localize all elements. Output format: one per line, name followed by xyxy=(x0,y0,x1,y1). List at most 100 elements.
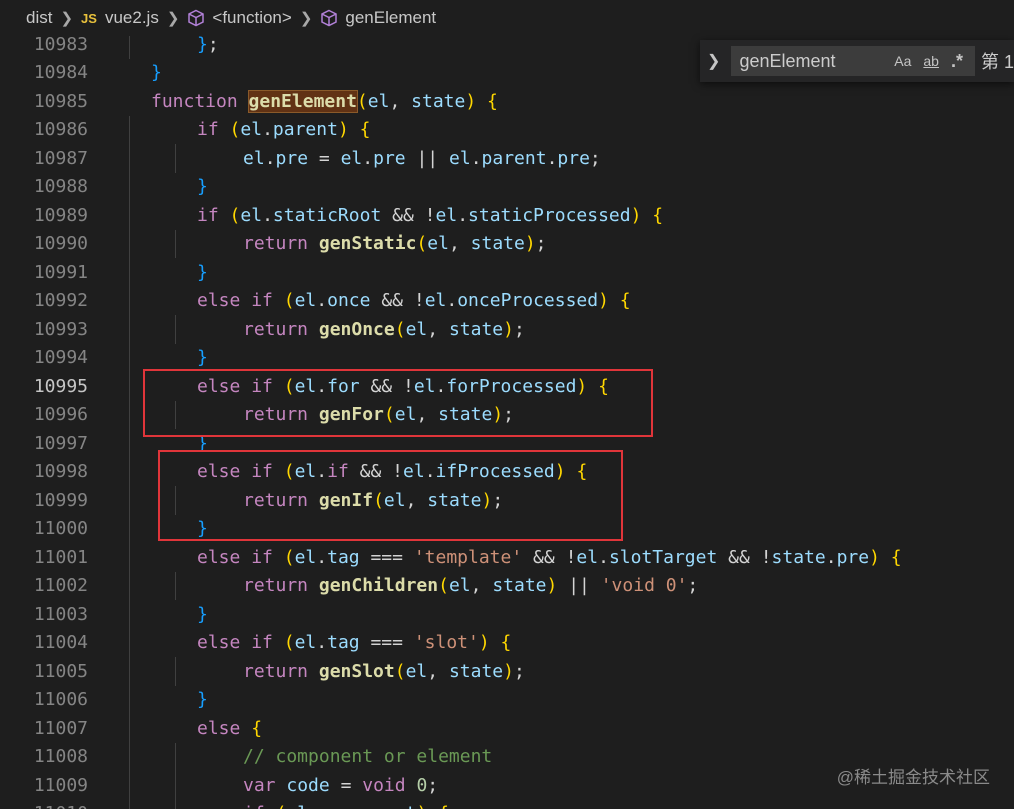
line-number: 11002 xyxy=(33,575,88,597)
indent-guide xyxy=(129,771,130,800)
indent-guide xyxy=(175,571,176,600)
whole-word-button[interactable]: ab xyxy=(923,53,939,69)
indent-guide xyxy=(129,400,130,429)
find-widget: ❯ genElement Aa ab .* 第 1 xyxy=(700,40,1014,82)
code-line[interactable]: 11003} xyxy=(0,600,1014,629)
indent-guide xyxy=(129,315,130,344)
chevron-right-icon: ❯ xyxy=(60,10,74,27)
code-text: else if (el.once && !el.onceProcessed) { xyxy=(197,290,631,312)
code-line[interactable]: 11006} xyxy=(0,685,1014,714)
indent-guide xyxy=(129,799,130,809)
line-number: 10990 xyxy=(33,233,88,255)
code-text: } xyxy=(197,689,208,711)
line-number: 10988 xyxy=(33,176,88,198)
code-text: return genOnce(el, state); xyxy=(243,318,525,340)
indent-guide xyxy=(129,201,130,230)
code-text: } xyxy=(197,603,208,625)
indent-guide xyxy=(129,172,130,201)
breadcrumb-folder[interactable]: dist xyxy=(26,8,52,28)
line-number: 10996 xyxy=(33,404,88,426)
code-line[interactable]: 11005 return genSlot(el, state); xyxy=(0,657,1014,686)
code-text: if (el.staticRoot && !el.staticProcessed… xyxy=(197,204,664,226)
code-text: else { xyxy=(197,717,263,739)
code-line[interactable]: 10992 else if (el.once && !el.onceProcess… xyxy=(0,286,1014,315)
line-number: 10983 xyxy=(33,36,88,55)
code-text: return genSlot(el, state); xyxy=(243,660,525,682)
watermark: @稀土掘金技术社区 xyxy=(836,768,990,787)
code-text: function genElement(el, state) { xyxy=(151,89,498,113)
highlight-box-for xyxy=(143,369,653,437)
code-line[interactable]: 11002 return genChildren(el, state) || 'v… xyxy=(0,571,1014,600)
indent-guide xyxy=(175,742,176,771)
code-text: if (el.component) { xyxy=(243,803,449,809)
code-text: var code = void 0; xyxy=(243,774,439,796)
symbol-method-icon xyxy=(321,9,338,27)
line-number: 10985 xyxy=(33,90,88,112)
indent-guide xyxy=(129,115,130,144)
regex-button[interactable]: .* xyxy=(951,51,963,72)
line-number: 11009 xyxy=(33,774,88,796)
code-text: return genChildren(el, state) || 'void 0… xyxy=(243,575,699,597)
chevron-right-icon: ❯ xyxy=(166,10,180,27)
indent-guide xyxy=(129,144,130,173)
code-line[interactable]: 10991} xyxy=(0,258,1014,287)
line-number: 10986 xyxy=(33,119,88,141)
code-text: }; xyxy=(197,36,219,55)
breadcrumb-symbol[interactable]: genElement xyxy=(345,8,436,28)
chevron-right-icon: ❯ xyxy=(299,10,313,27)
line-number: 10997 xyxy=(33,432,88,454)
line-number: 10998 xyxy=(33,461,88,483)
code-line[interactable]: 10986 if (el.parent) { xyxy=(0,115,1014,144)
indent-guide xyxy=(129,628,130,657)
indent-guide xyxy=(129,286,130,315)
breadcrumb: dist ❯ JS vue2.js ❯ <function> ❯ genElem… xyxy=(0,0,1014,36)
code-text: // component or element xyxy=(243,746,493,768)
code-line[interactable]: 10994} xyxy=(0,343,1014,372)
find-input[interactable]: genElement Aa ab .* xyxy=(731,46,975,76)
code-text: } xyxy=(197,261,208,283)
line-number: 10995 xyxy=(33,375,88,397)
match-case-button[interactable]: Aa xyxy=(894,53,911,69)
indent-guide xyxy=(129,457,130,486)
indent-guide xyxy=(129,742,130,771)
indent-guide xyxy=(129,372,130,401)
line-number: 10999 xyxy=(33,489,88,511)
indent-guide xyxy=(175,229,176,258)
indent-guide xyxy=(129,429,130,458)
breadcrumb-function[interactable]: <function> xyxy=(212,8,291,28)
indent-guide xyxy=(129,571,130,600)
code-line[interactable]: 11004 else if (el.tag === 'slot') { xyxy=(0,628,1014,657)
find-input-value: genElement xyxy=(739,50,836,71)
line-number: 11006 xyxy=(33,689,88,711)
line-number: 11003 xyxy=(33,603,88,625)
line-number: 11007 xyxy=(33,717,88,739)
line-number: 11001 xyxy=(33,546,88,568)
code-text: return genStatic(el, state); xyxy=(243,233,547,255)
line-number: 10991 xyxy=(33,261,88,283)
match-count: 第 1 xyxy=(980,52,1014,72)
indent-guide xyxy=(129,543,130,572)
code-text: if (el.parent) { xyxy=(197,119,371,141)
indent-guide xyxy=(129,685,130,714)
line-number: 11005 xyxy=(33,660,88,682)
chevron-right-icon[interactable]: ❯ xyxy=(700,51,727,71)
line-number: 10989 xyxy=(33,204,88,226)
code-line[interactable]: 10985 function genElement(el, state) { xyxy=(0,87,1014,116)
code-line[interactable]: 10988} xyxy=(0,172,1014,201)
indent-guide xyxy=(175,144,176,173)
code-line[interactable]: 10993 return genOnce(el, state); xyxy=(0,315,1014,344)
code-line[interactable]: 10990 return genStatic(el, state); xyxy=(0,229,1014,258)
line-number: 11004 xyxy=(33,632,88,654)
breadcrumb-file[interactable]: vue2.js xyxy=(105,8,159,28)
line-number: 10992 xyxy=(33,290,88,312)
code-line[interactable]: 11010 if (el.component) { xyxy=(0,799,1014,809)
code-line[interactable]: 10987 el.pre = el.pre || el.parent.pre; xyxy=(0,144,1014,173)
js-file-icon: JS xyxy=(81,10,97,26)
indent-guide xyxy=(129,229,130,258)
line-number: 10984 xyxy=(33,62,88,84)
indent-guide xyxy=(175,315,176,344)
code-text: else if (el.tag === 'slot') { xyxy=(197,632,512,654)
code-line[interactable]: 11007 else { xyxy=(0,714,1014,743)
code-line[interactable]: 11001 else if (el.tag === 'template' && !… xyxy=(0,543,1014,572)
code-line[interactable]: 10989 if (el.staticRoot && !el.staticProc… xyxy=(0,201,1014,230)
